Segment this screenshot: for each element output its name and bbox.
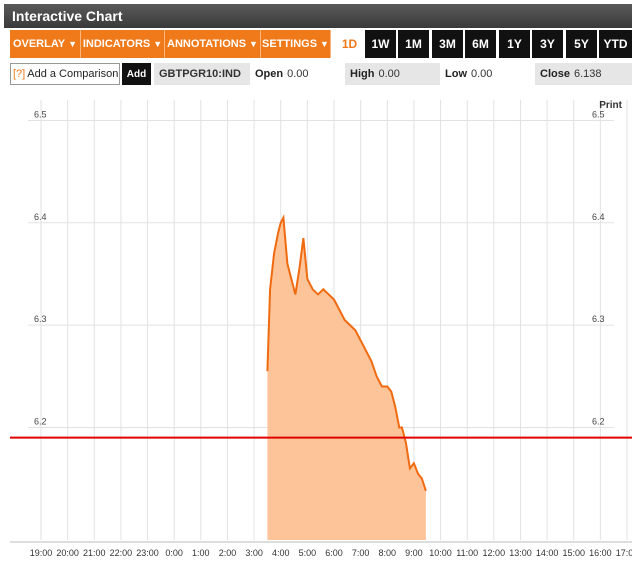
high-quote: High 0.00 (345, 63, 440, 85)
x-tick-label: 17:00 (616, 548, 632, 558)
x-tick-label: 9:00 (405, 548, 423, 558)
range-3m-button[interactable]: 3M (432, 30, 463, 58)
x-tick-label: 5:00 (299, 548, 317, 558)
y-tick-label-right: 6.4 (592, 212, 605, 222)
x-tick-label: 12:00 (483, 548, 506, 558)
y-tick-label-left: 6.5 (34, 109, 47, 119)
y-tick-label-left: 6.4 (34, 212, 47, 222)
annotations-menu-button[interactable]: ANNOTATIONS ▼ (165, 30, 261, 58)
x-tick-label: 23:00 (136, 548, 159, 558)
chart-area[interactable]: Print 6.2 6.2 6.3 6.3 6.4 6.4 6.5 6.5 19:00 20:00… (10, 90, 636, 568)
high-value: 0.00 (378, 68, 400, 80)
print-link[interactable]: Print (599, 100, 622, 111)
range-1d-button[interactable]: 1D (334, 30, 365, 58)
low-label: Low (445, 68, 467, 80)
x-tick-label: 15:00 (562, 548, 585, 558)
x-tick-label: 11:00 (456, 548, 478, 558)
annotations-menu-label: ANNOTATIONS (167, 38, 247, 50)
y-tick-label-left: 6.2 (34, 416, 47, 426)
x-tick-label: 14:00 (536, 548, 559, 558)
indicators-menu-label: INDICATORS (82, 38, 151, 50)
price-area (267, 217, 426, 540)
window-title: Interactive Chart (4, 4, 632, 28)
low-quote: Low 0.00 (440, 63, 535, 85)
open-quote: Open 0.00 (250, 63, 342, 85)
x-tick-label: 13:00 (509, 548, 532, 558)
indicators-menu-button[interactable]: INDICATORS ▼ (81, 30, 165, 58)
close-label: Close (540, 68, 570, 80)
x-tick-label: 22:00 (110, 548, 133, 558)
price-chart: 6.2 6.26.3 6.36.4 6.46.5 6.519:00 20:00 21:00 2… (10, 100, 636, 558)
x-tick-label: 8:00 (379, 548, 397, 558)
y-tick-label-right: 6.3 (592, 314, 605, 324)
range-1y-button[interactable]: 1Y (499, 30, 530, 58)
range-1m-button[interactable]: 1M (398, 30, 429, 58)
x-tick-label: 16:00 (589, 548, 612, 558)
x-tick-label: 0:00 (165, 548, 183, 558)
ticker-symbol: GBTPGR10:IND (154, 63, 250, 85)
open-value: 0.00 (287, 68, 309, 80)
overlay-menu-label: OVERLAY (12, 38, 66, 50)
y-tick-label-right: 6.2 (592, 416, 605, 426)
chevron-down-icon: ▼ (249, 39, 258, 49)
x-tick-label: 4:00 (272, 548, 290, 558)
x-tick-label: 21:00 (83, 548, 106, 558)
close-quote: Close 6.138 (535, 63, 632, 85)
x-tick-label: 7:00 (352, 548, 370, 558)
comparison-placeholder: Add a Comparison (27, 68, 119, 80)
x-tick-label: 20:00 (56, 548, 79, 558)
range-1w-button[interactable]: 1W (365, 30, 396, 58)
x-tick-label: 3:00 (245, 548, 263, 558)
x-tick-label: 19:00 (30, 548, 53, 558)
settings-menu-button[interactable]: SETTINGS ▼ (261, 30, 331, 58)
y-tick-label-left: 6.3 (34, 314, 47, 324)
low-value: 0.00 (471, 68, 493, 80)
close-value: 6.138 (573, 68, 602, 80)
chevron-down-icon: ▼ (320, 39, 329, 49)
high-label: High (350, 68, 375, 80)
range-6m-button[interactable]: 6M (465, 30, 496, 58)
add-comparison-button[interactable]: Add (122, 63, 151, 85)
range-5y-button[interactable]: 5Y (566, 30, 597, 58)
x-tick-label: 1:00 (192, 548, 210, 558)
help-icon[interactable]: [?] (13, 68, 25, 80)
comparison-input[interactable]: [?] Add a Comparison (10, 63, 120, 85)
open-label: Open (255, 68, 284, 80)
x-tick-label: 10:00 (429, 548, 452, 558)
x-tick-label: 6:00 (325, 548, 343, 558)
chevron-down-icon: ▼ (68, 39, 78, 49)
chevron-down-icon: ▼ (153, 39, 163, 49)
overlay-menu-button[interactable]: OVERLAY ▼ (10, 30, 81, 58)
settings-menu-label: SETTINGS (262, 38, 318, 50)
x-tick-label: 2:00 (219, 548, 237, 558)
range-ytd-button[interactable]: YTD (599, 30, 632, 58)
range-3y-button[interactable]: 3Y (532, 30, 563, 58)
quote-bar: [?] Add a Comparison Add GBTPGR10:IND Op… (10, 63, 632, 85)
toolbar: OVERLAY ▼ INDICATORS ▼ ANNOTATIONS ▼ SET… (10, 30, 632, 58)
